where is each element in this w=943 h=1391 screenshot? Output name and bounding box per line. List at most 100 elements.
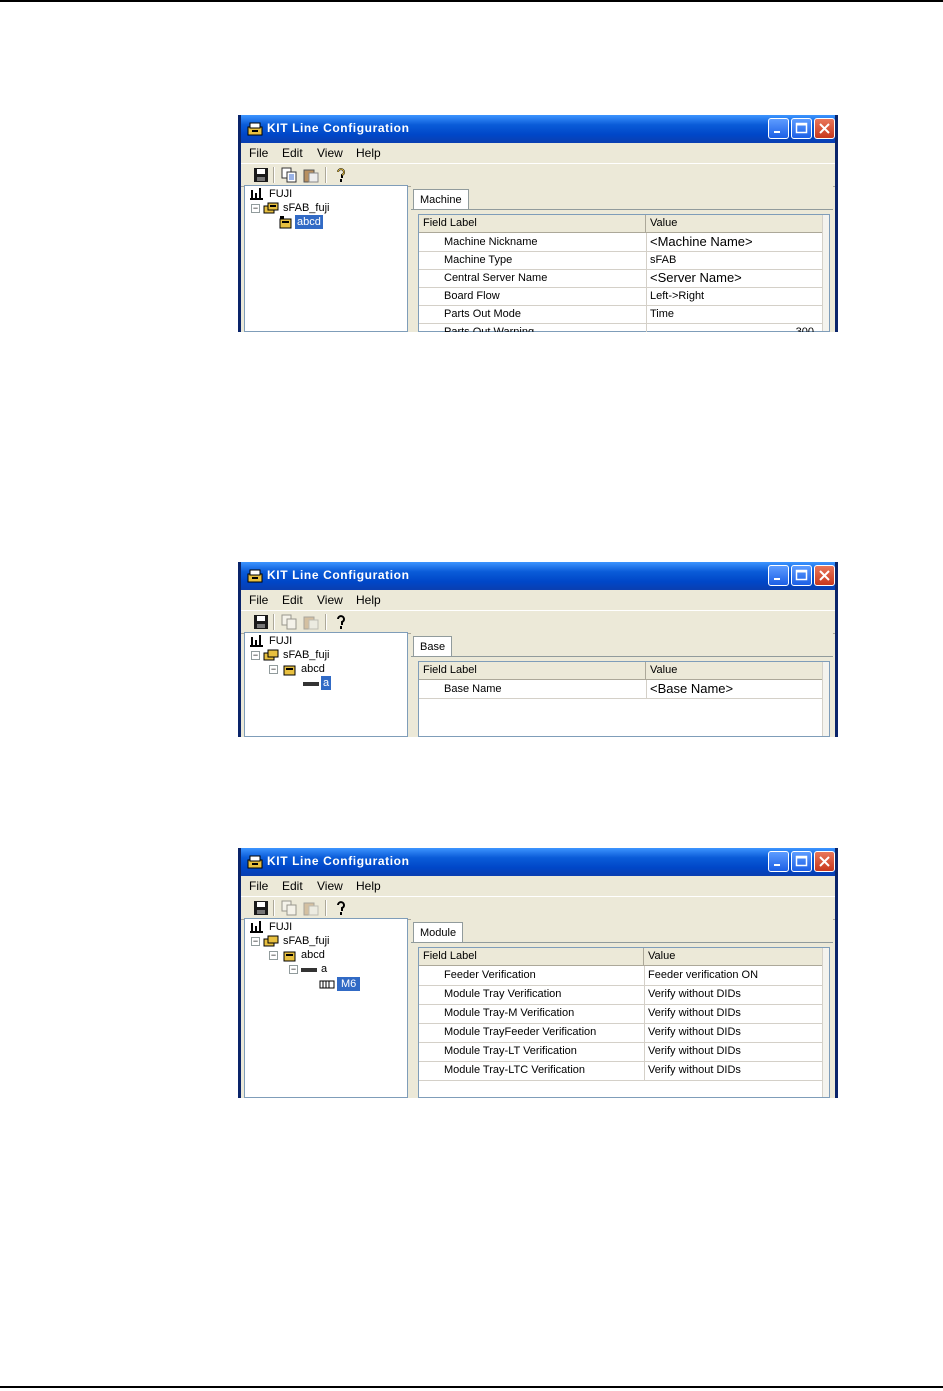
save-icon[interactable] <box>253 614 269 630</box>
property-grid[interactable]: Field Label Value Feeder Verification Fe… <box>418 947 830 1098</box>
menu-edit[interactable]: Edit <box>282 593 303 607</box>
paste-icon[interactable] <box>303 900 319 916</box>
tree-label: sFAB_fuji <box>283 649 330 661</box>
collapse-icon[interactable]: − <box>251 937 260 946</box>
row-value[interactable]: Verify without DIDs <box>644 985 741 1004</box>
menu-edit[interactable]: Edit <box>282 879 303 893</box>
menu-view[interactable]: View <box>317 146 343 160</box>
property-grid[interactable]: Field Label Value Base Name <Base Name> <box>418 661 830 737</box>
minimize-button[interactable] <box>768 565 789 586</box>
maximize-button[interactable] <box>791 118 812 139</box>
title-bar[interactable]: KIT Line Configuration <box>241 562 835 590</box>
row-value[interactable]: <Machine Name> <box>646 233 753 251</box>
grid-row[interactable]: Parts Out Mode Time <box>419 305 829 324</box>
menu-help[interactable]: Help <box>356 146 381 160</box>
copy-icon[interactable] <box>281 167 297 183</box>
row-value[interactable]: Verify without DIDs <box>644 1061 741 1080</box>
header-field-label[interactable]: Field Label <box>419 662 646 679</box>
tree-view[interactable]: FUJI − sFAB_fuji − abcd − a M6 <box>244 918 408 1098</box>
maximize-button[interactable] <box>791 851 812 872</box>
vertical-scrollbar[interactable] <box>822 215 829 331</box>
row-value[interactable]: Time <box>646 305 674 323</box>
grid-row[interactable]: Module Tray-M Verification Verify withou… <box>419 1004 829 1024</box>
property-pane: Base Field Label Value Base Name <Base N… <box>411 632 833 737</box>
minimize-button[interactable] <box>768 118 789 139</box>
menu-file[interactable]: File <box>249 146 268 160</box>
collapse-icon[interactable]: − <box>289 965 298 974</box>
grid-row[interactable]: Board Flow Left->Right <box>419 287 829 306</box>
row-value[interactable]: sFAB <box>646 251 676 269</box>
header-field-label[interactable]: Field Label <box>419 948 644 965</box>
row-value[interactable]: Verify without DIDs <box>644 1042 741 1061</box>
collapse-icon[interactable]: − <box>269 665 278 674</box>
tree-view[interactable]: FUJI − sFAB_fuji abcd <box>244 185 408 332</box>
tree-label-selected: M6 <box>337 977 361 991</box>
tab-module[interactable]: Module <box>413 922 464 942</box>
tree-label: sFAB_fuji <box>283 935 330 947</box>
grid-row[interactable]: Module Tray Verification Verify without … <box>419 985 829 1005</box>
title-bar[interactable]: KIT Line Configuration <box>241 848 835 876</box>
grid-header: Field Label Value <box>419 215 829 233</box>
tab-base[interactable]: Base <box>413 636 453 656</box>
app-icon <box>247 855 263 869</box>
grid-row[interactable]: Module Tray-LTC Verification Verify with… <box>419 1061 829 1081</box>
grid-row[interactable]: Module TrayFeeder Verification Verify wi… <box>419 1023 829 1043</box>
row-value[interactable]: <Server Name> <box>646 269 742 287</box>
header-value[interactable]: Value <box>646 215 826 232</box>
vertical-scrollbar[interactable] <box>822 662 829 736</box>
tab-machine[interactable]: Machine <box>413 189 469 209</box>
menu-help[interactable]: Help <box>356 593 381 607</box>
property-grid[interactable]: Field Label Value Machine Nickname <Mach… <box>418 214 830 332</box>
property-pane: Module Field Label Value Feeder Verifica… <box>411 918 833 1098</box>
menu-edit[interactable]: Edit <box>282 146 303 160</box>
save-icon[interactable] <box>253 167 269 183</box>
minimize-button[interactable] <box>768 851 789 872</box>
grid-row[interactable]: Feeder Verification Feeder verification … <box>419 966 829 986</box>
title-bar[interactable]: KIT Line Configuration <box>241 115 835 143</box>
grid-row[interactable]: Parts Out Warning 300 <box>419 323 829 332</box>
row-value[interactable]: Verify without DIDs <box>644 1004 741 1023</box>
tree-label: abcd <box>301 949 325 961</box>
tree-view[interactable]: FUJI − sFAB_fuji − abcd a <box>244 632 408 737</box>
header-value[interactable]: Value <box>646 662 826 679</box>
close-button[interactable] <box>814 851 835 872</box>
header-value[interactable]: Value <box>644 948 824 965</box>
collapse-icon[interactable]: − <box>251 204 260 213</box>
collapse-icon[interactable]: − <box>251 651 260 660</box>
grid-row[interactable]: Machine Nickname <Machine Name> <box>419 233 829 252</box>
row-value[interactable]: Verify without DIDs <box>644 1023 741 1042</box>
close-button[interactable] <box>814 565 835 586</box>
menu-file[interactable]: File <box>249 879 268 893</box>
paste-icon[interactable] <box>303 167 319 183</box>
maximize-button[interactable] <box>791 565 812 586</box>
menu-help[interactable]: Help <box>356 879 381 893</box>
row-value[interactable]: Feeder verification ON <box>644 966 758 985</box>
window-body: FUJI − sFAB_fuji − abcd − a M6 Module Fi… <box>241 918 835 1098</box>
menu-view[interactable]: View <box>317 593 343 607</box>
row-label: Module Tray Verification <box>444 988 562 1000</box>
menu-view[interactable]: View <box>317 879 343 893</box>
collapse-icon[interactable]: − <box>269 951 278 960</box>
row-value[interactable]: <Base Name> <box>646 680 733 698</box>
help-icon[interactable] <box>333 900 349 916</box>
save-icon[interactable] <box>253 900 269 916</box>
help-icon[interactable] <box>333 167 349 183</box>
row-label: Parts Out Mode <box>444 308 522 320</box>
help-icon[interactable] <box>333 614 349 630</box>
vertical-scrollbar[interactable] <box>822 948 829 1097</box>
header-field-label[interactable]: Field Label <box>419 215 646 232</box>
grid-row[interactable]: Base Name <Base Name> <box>419 680 829 699</box>
row-value[interactable]: Left->Right <box>646 287 704 305</box>
grid-row[interactable]: Central Server Name <Server Name> <box>419 269 829 288</box>
close-button[interactable] <box>814 118 835 139</box>
grid-row[interactable]: Module Tray-LT Verification Verify witho… <box>419 1042 829 1062</box>
row-value[interactable]: 300 <box>646 323 818 332</box>
tree-label: FUJI <box>269 921 293 933</box>
copy-icon[interactable] <box>281 614 297 630</box>
paste-icon[interactable] <box>303 614 319 630</box>
window-title: KIT Line Configuration <box>267 568 410 582</box>
menu-file[interactable]: File <box>249 593 268 607</box>
copy-icon[interactable] <box>281 900 297 916</box>
line-icon <box>250 188 263 200</box>
grid-row[interactable]: Machine Type sFAB <box>419 251 829 270</box>
